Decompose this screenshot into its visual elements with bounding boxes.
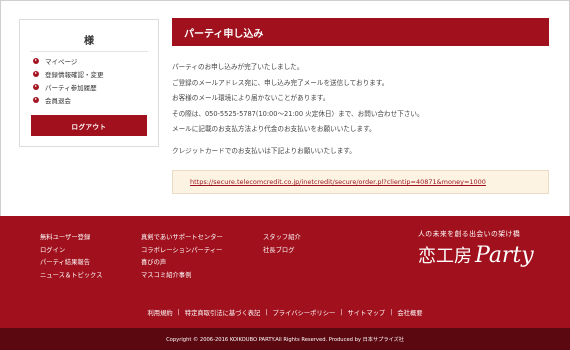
link-separator: | xyxy=(177,309,180,316)
arrow-bullet-icon xyxy=(33,96,39,103)
payment-link-box: https://secure.telecomcredit.co.jp/inetc… xyxy=(172,170,549,194)
member-name-title: 様 xyxy=(84,36,94,47)
link-separator: | xyxy=(390,309,393,316)
footer-link[interactable]: 社長ブログ xyxy=(263,245,301,258)
message-line: メールに記載のお支払方法より代金のお支払いをお願いいたします。 xyxy=(172,125,376,133)
footer-link[interactable]: ログイン xyxy=(40,245,102,258)
footer-link[interactable]: パーティ結果報告 xyxy=(40,257,102,270)
sidebar-divider xyxy=(30,51,148,52)
credit-card-note: クレジットカードでのお支払いは下記よりお願いいたします。 xyxy=(172,146,356,155)
company-info-link[interactable]: 会社概要 xyxy=(392,308,427,317)
confirmation-message: パーティのお申し込みが完了いたしました。 ご登録のメールアドレス宛に、申し込み完… xyxy=(172,60,549,159)
menu-item-label[interactable]: マイページ xyxy=(45,56,77,66)
message-line: ご登録のメールアドレス宛に、申し込み完了メールを送信しております。 xyxy=(172,78,389,87)
arrow-bullet-icon xyxy=(33,57,39,64)
message-line: その際は、050-5525-5787(10:00〜21:00 火定休日）まで、お… xyxy=(172,109,424,118)
footer-column-3: スタッフ紹介 社長ブログ xyxy=(263,232,301,257)
link-separator: | xyxy=(265,309,268,316)
sitemap-link[interactable]: サイトマップ xyxy=(342,308,390,317)
message-line: お客様のメール環境により届かないことがあります。 xyxy=(172,94,330,102)
menu-item-withdraw[interactable]: 会員退会 xyxy=(33,93,104,106)
menu-item-history[interactable]: パーティ参加履歴 xyxy=(33,80,104,93)
terms-link[interactable]: 利用規約 xyxy=(142,308,177,317)
privacy-policy-link[interactable]: プライバシーポリシー xyxy=(267,308,340,317)
footer-column-1: 無料ユーザー登録 ログイン パーティ結果報告 ニュース＆トピックス xyxy=(40,232,102,282)
footer-link[interactable]: ニュース＆トピックス xyxy=(40,270,102,283)
message-line: パーティのお申し込みが完了いたしました。 xyxy=(172,63,304,71)
link-separator: | xyxy=(340,309,343,316)
brand-name-en: Party xyxy=(475,243,534,268)
commerce-law-link[interactable]: 特定商取引法に基づく表記 xyxy=(180,308,266,317)
brand-logo[interactable]: 恋工房 Party xyxy=(418,242,534,268)
payment-link[interactable]: https://secure.telecomcredit.co.jp/inetc… xyxy=(190,178,486,186)
footer-link[interactable]: マスコミ紹介事例 xyxy=(141,270,223,283)
menu-item-label[interactable]: パーティ参加履歴 xyxy=(45,82,97,92)
footer-link[interactable]: 無料ユーザー登録 xyxy=(40,232,102,245)
brand-name-jp: 恋工房 xyxy=(418,246,472,267)
footer-link[interactable]: 喜びの声 xyxy=(141,257,223,270)
menu-item-label[interactable]: 登録情報確認・変更 xyxy=(45,69,104,79)
footer-link[interactable]: 真剣であいサポートセンター xyxy=(141,232,223,245)
footer-link[interactable]: コラボレーションパーティー xyxy=(141,245,223,258)
page-title: パーティ申し込み xyxy=(172,18,549,46)
member-sidebar: 様 マイページ 登録情報確認・変更 パーティ参加履歴 会員退会 ログアウト xyxy=(19,19,159,147)
arrow-bullet-icon xyxy=(33,83,39,90)
menu-item-profile[interactable]: 登録情報確認・変更 xyxy=(33,67,104,80)
footer-legal-links: 利用規約 | 特定商取引法に基づく表記 | プライバシーポリシー | サイトマッ… xyxy=(0,308,570,317)
menu-item-mypage[interactable]: マイページ xyxy=(33,54,104,67)
site-footer: 無料ユーザー登録 ログイン パーティ結果報告 ニュース＆トピックス 真剣であいサ… xyxy=(0,216,570,350)
footer-link[interactable]: スタッフ紹介 xyxy=(263,232,301,245)
menu-item-label[interactable]: 会員退会 xyxy=(45,95,71,105)
footer-column-2: 真剣であいサポートセンター コラボレーションパーティー 喜びの声 マスコミ紹介事… xyxy=(141,232,223,282)
brand-tagline: 人の未来を創る出会いの架け橋 xyxy=(418,230,521,238)
member-menu: マイページ 登録情報確認・変更 パーティ参加履歴 会員退会 xyxy=(33,54,104,106)
copyright: Copyright © 2006-2016 KOIKOUBO PARTY.All… xyxy=(0,328,570,350)
arrow-bullet-icon xyxy=(33,70,39,77)
logout-button[interactable]: ログアウト xyxy=(31,115,147,136)
